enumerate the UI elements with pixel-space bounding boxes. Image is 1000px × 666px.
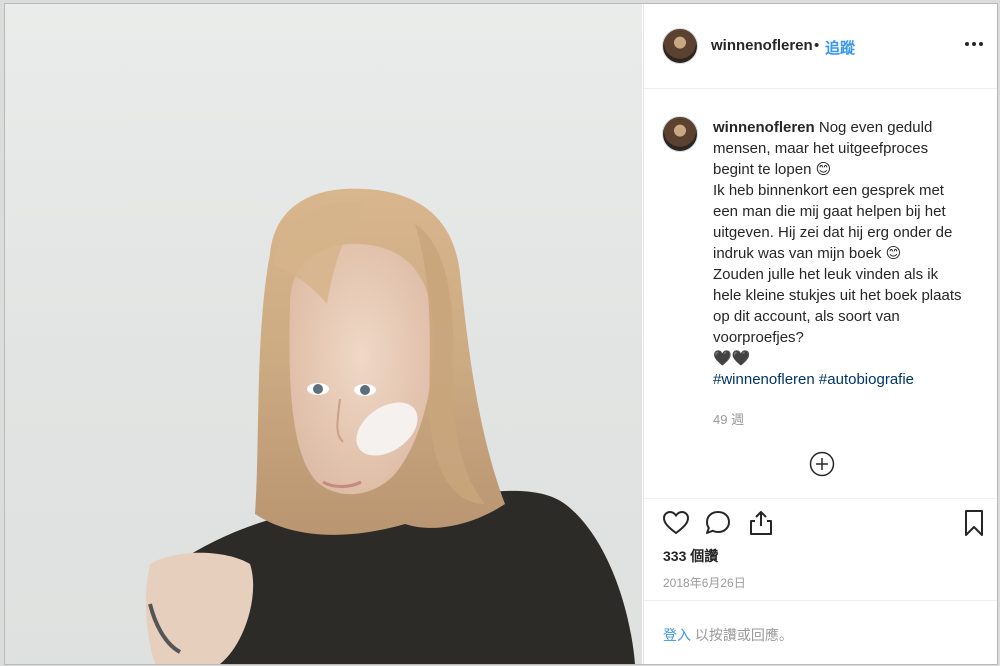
post-window: winnenofleren • 追蹤 winnenofleren Nog eve… [4,3,998,665]
login-prompt-bar: 登入 以按讚或回應。 [644,600,997,664]
avatar[interactable] [662,28,698,64]
comment-icon[interactable] [704,509,732,537]
caption-line: hele kleine stukjes uit het boek plaats [713,287,962,304]
caption-username[interactable]: winnenofleren [713,119,815,136]
hashtag-line: #winnenofleren #autobiografie [713,369,979,390]
caption-line: Zouden julle het leuk vinden als ik [713,266,939,283]
heart-icon[interactable] [662,509,690,537]
post-date[interactable]: 2018年6月26日 [663,574,746,591]
caption-line: winnenofleren Nog even geduld [713,117,979,138]
hashtag-link[interactable]: #autobiografie [819,371,914,388]
portrait-illustration [145,188,635,664]
caption-avatar[interactable] [662,116,698,152]
post-time-ago[interactable]: 49 週 [713,409,744,428]
caption-line: voorproefjes? [713,329,804,346]
caption-line: uitgeven. Hij zei dat hij erg onder de [713,224,953,241]
bookmark-icon[interactable] [960,509,988,537]
caption-section: winnenofleren Nog even geduld mensen, ma… [644,89,997,489]
header-separator: • [814,37,820,54]
follow-button[interactable]: 追蹤 [825,37,855,58]
caption-line: een man die mij gaat helpen bij het [713,203,946,220]
caption-line: Ik heb binnenkort een gesprek met [713,182,944,199]
login-link[interactable]: 登入 [663,627,691,643]
post-side-panel: winnenofleren • 追蹤 winnenofleren Nog eve… [643,4,997,664]
caption-line: op dit account, als soort van [713,308,900,325]
caption-text-segment: Nog even geduld [818,119,933,136]
more-options-icon[interactable] [962,32,986,56]
load-more-comments-icon[interactable] [809,451,835,477]
header-username[interactable]: winnenofleren [711,37,813,54]
caption-line: 🖤🖤 [713,350,751,367]
caption-text: winnenofleren Nog even geduld mensen, ma… [713,117,979,390]
share-icon[interactable] [747,509,775,537]
login-prompt: 登入 以按讚或回應。 [663,625,793,645]
login-prompt-text: 以按讚或回應。 [694,627,793,643]
caption-line: indruk was van mijn boek 😊 [713,245,902,262]
post-photo[interactable] [5,4,642,664]
action-bar [644,498,997,551]
caption-line: mensen, maar het uitgeefproces [713,140,929,157]
like-count[interactable]: 333 個讚 [663,546,718,566]
hashtag-link[interactable]: #winnenofleren [713,371,815,388]
caption-line: begint te lopen 😊 [713,161,832,178]
post-header: winnenofleren • 追蹤 [644,4,997,89]
